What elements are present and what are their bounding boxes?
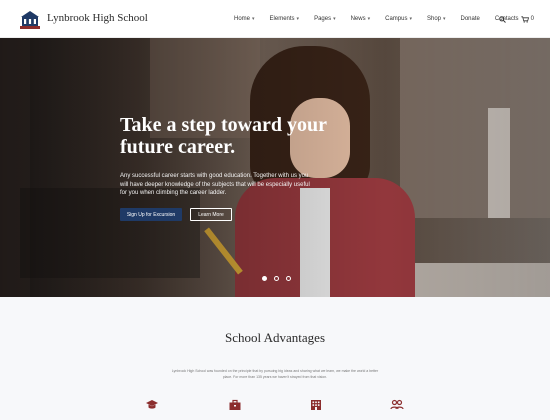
chevron-down-icon: ▾ — [367, 16, 371, 22]
nav-elements[interactable]: Elements ▾ — [270, 16, 300, 22]
header-actions: 0 — [484, 0, 534, 38]
chevron-down-icon: ▾ — [296, 16, 300, 22]
search-button[interactable] — [498, 15, 506, 23]
advantages-title: School Advantages — [224, 330, 325, 345]
nav-home-label[interactable]: Home — [234, 16, 250, 22]
hero-overlay — [0, 38, 550, 297]
cart-button[interactable]: 0 — [520, 15, 534, 23]
nav-campus[interactable]: Campus ▾ — [385, 16, 412, 22]
nav-shop[interactable]: Shop ▾ — [427, 16, 446, 22]
learn-more-button[interactable]: Learn More — [190, 208, 232, 221]
search-icon[interactable] — [498, 15, 506, 23]
chevron-down-icon: ▾ — [443, 16, 446, 22]
nav-news[interactable]: News ▾ — [351, 16, 371, 22]
brand-name[interactable]: Lynbrook High School — [47, 12, 148, 24]
building-icon — [311, 400, 321, 410]
slider-pagination — [262, 276, 298, 281]
nav-donate[interactable]: Donate — [461, 16, 480, 22]
hero-title: Take a step toward your future career. — [120, 114, 327, 158]
cart-count: 0 — [530, 16, 534, 22]
briefcase-icon — [229, 399, 241, 410]
cart-icon[interactable] — [520, 15, 529, 23]
nav-elements-label[interactable]: Elements — [270, 16, 295, 22]
nav-home[interactable]: Home ▾ — [234, 16, 255, 22]
slider-dot-2[interactable] — [274, 276, 279, 281]
nav-pages[interactable]: Pages ▾ — [314, 16, 336, 22]
sign-up-excursion-button[interactable]: Sign Up for Excursion — [120, 208, 182, 221]
school-logo-icon[interactable] — [18, 8, 42, 32]
hero-description: Any successful career starts with good e… — [120, 173, 310, 196]
nav-news-label[interactable]: News — [351, 16, 366, 22]
slider-dot-1[interactable] — [262, 276, 267, 281]
hero-slider — [0, 38, 550, 297]
advantages-description: Lynbrook High School was founded on the … — [171, 369, 379, 379]
nav-donate-label[interactable]: Donate — [461, 16, 480, 22]
chevron-down-icon: ▾ — [333, 16, 336, 22]
chevron-down-icon: ▾ — [409, 16, 412, 22]
advantages-section — [0, 297, 550, 420]
site-header: Lynbrook High School Home ▾ Elements ▾ P… — [0, 0, 550, 38]
slider-dot-3[interactable] — [286, 276, 291, 281]
nav-pages-label[interactable]: Pages — [314, 16, 331, 22]
chevron-down-icon: ▾ — [252, 16, 255, 22]
nav-campus-label[interactable]: Campus — [385, 16, 407, 22]
graduation-cap-icon — [146, 400, 158, 409]
nav-shop-label[interactable]: Shop — [427, 16, 441, 22]
people-icon — [390, 399, 404, 410]
